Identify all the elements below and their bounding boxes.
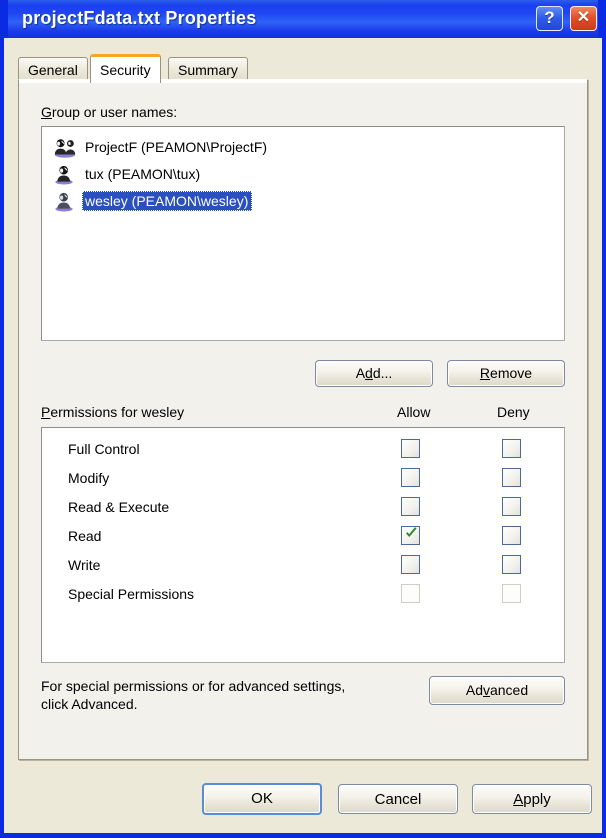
remove-button-post: emove <box>490 365 533 381</box>
window-title: projectFdata.txt Properties <box>22 8 257 28</box>
tab-security[interactable]: Security <box>90 54 161 83</box>
add-button[interactable]: Add... <box>315 360 433 387</box>
allow-checkbox[interactable] <box>401 497 420 516</box>
permission-label: Modify <box>68 469 110 486</box>
permission-label: Read <box>68 527 102 544</box>
list-item[interactable]: tux (PEAMON\tux) <box>46 160 560 187</box>
close-icon[interactable]: ✕ <box>570 6 597 31</box>
table-row: Write <box>42 550 564 579</box>
tab-general[interactable]: General <box>18 57 88 80</box>
deny-checkbox[interactable] <box>502 497 521 516</box>
permissions-for-user-label: Permissions for wesley <box>41 404 184 420</box>
list-item-label: ProjectF (PEAMON\ProjectF) <box>85 138 268 155</box>
add-button-pre: A <box>355 365 366 381</box>
deny-column-header: Deny <box>497 404 530 420</box>
permissions-label-rest: ermissions for wesley <box>50 404 185 420</box>
deny-checkbox <box>502 584 521 603</box>
group-label-accel: G <box>41 104 52 120</box>
cancel-button[interactable]: Cancel <box>338 784 458 814</box>
security-tab-panel: Group or user names: ProjectF (PEAMON\Pr… <box>18 79 588 760</box>
group-or-user-names-label: Group or user names: <box>41 104 177 120</box>
permissions-list: Full Control Modify Read & Execute Read <box>41 427 565 663</box>
advanced-button[interactable]: Advanced <box>429 676 565 705</box>
table-row: Full Control <box>42 434 564 463</box>
list-item[interactable]: ProjectF (PEAMON\ProjectF) <box>46 133 560 160</box>
deny-checkbox[interactable] <box>502 468 521 487</box>
group-or-user-names-list[interactable]: ProjectF (PEAMON\ProjectF) tux (PEAMON\t… <box>41 126 565 341</box>
checkmark-icon <box>406 527 417 537</box>
remove-button[interactable]: Remove <box>447 360 565 387</box>
allow-checkbox[interactable] <box>401 526 420 545</box>
permission-label: Write <box>68 556 101 573</box>
group-users-icon <box>54 136 76 158</box>
help-icon[interactable]: ? <box>536 6 563 31</box>
advanced-button-post: anced <box>489 682 529 698</box>
remove-button-accel: R <box>479 365 491 381</box>
advanced-hint-line2: click Advanced. <box>41 696 138 712</box>
single-user-icon <box>54 163 76 185</box>
list-item[interactable]: wesley (PEAMON\wesley) <box>46 187 560 214</box>
list-item-label: tux (PEAMON\tux) <box>85 165 201 182</box>
allow-checkbox[interactable] <box>401 468 420 487</box>
add-button-post: d... <box>372 365 393 381</box>
table-row: Read <box>42 521 564 550</box>
permissions-label-accel: P <box>41 404 51 420</box>
advanced-hint-text: For special permissions or for advanced … <box>41 677 431 713</box>
permission-label: Read & Execute <box>68 498 170 515</box>
advanced-hint-line1: For special permissions or for advanced … <box>41 678 346 694</box>
single-user-icon <box>54 190 76 212</box>
table-row: Modify <box>42 463 564 492</box>
permission-label: Full Control <box>68 440 140 457</box>
advanced-button-accel: v <box>482 682 490 698</box>
title-bar: projectFdata.txt Properties ? ✕ <box>4 0 602 38</box>
permission-label: Special Permissions <box>68 585 195 602</box>
advanced-button-pre: Ad <box>465 682 483 698</box>
group-label-rest: roup or user names: <box>51 104 178 120</box>
add-button-accel: d <box>365 365 373 381</box>
allow-column-header: Allow <box>397 404 431 420</box>
properties-dialog: projectFdata.txt Properties ? ✕ General … <box>0 0 606 838</box>
list-item-label: wesley (PEAMON\wesley) <box>82 190 253 211</box>
allow-checkbox <box>401 584 420 603</box>
table-row: Read & Execute <box>42 492 564 521</box>
allow-checkbox[interactable] <box>401 439 420 458</box>
ok-button[interactable]: OK <box>202 783 322 815</box>
deny-checkbox[interactable] <box>502 555 521 574</box>
apply-button-accel: A <box>513 791 524 808</box>
apply-button-rest: pply <box>523 791 551 808</box>
table-row: Special Permissions <box>42 579 564 608</box>
deny-checkbox[interactable] <box>502 439 521 458</box>
tab-summary[interactable]: Summary <box>168 57 248 80</box>
allow-checkbox[interactable] <box>401 555 420 574</box>
deny-checkbox[interactable] <box>502 526 521 545</box>
apply-button[interactable]: Apply <box>472 784 592 814</box>
